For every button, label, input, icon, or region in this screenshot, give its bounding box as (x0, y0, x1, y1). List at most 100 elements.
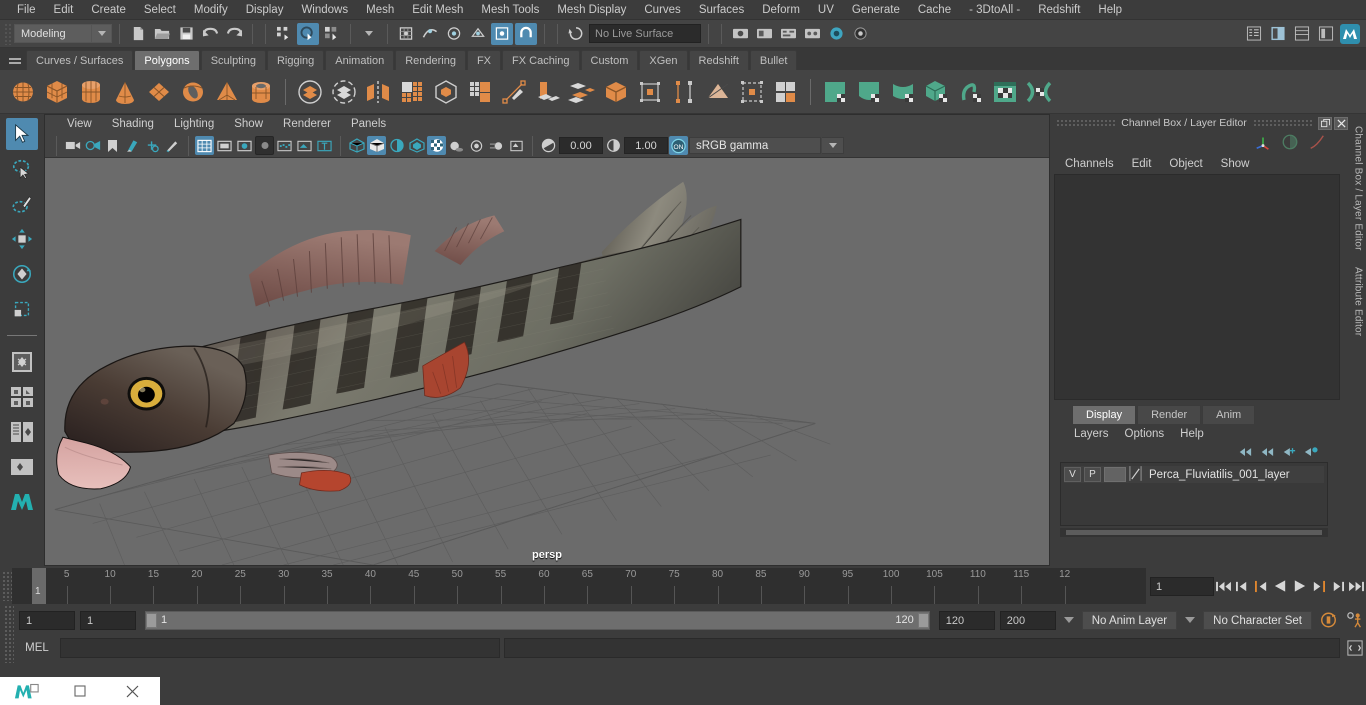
magnet-icon[interactable] (515, 22, 537, 45)
viewport-menu-lighting[interactable]: Lighting (164, 115, 224, 134)
move-tool[interactable] (6, 223, 38, 255)
shelf-tab-rendering[interactable]: Rendering (395, 50, 466, 70)
hypershade-icon[interactable] (801, 23, 823, 45)
step-back-frame-icon[interactable] (1252, 576, 1271, 596)
poly-pyramid-icon[interactable] (212, 75, 242, 109)
use-default-lighting-icon[interactable] (427, 136, 446, 155)
menu-item-help[interactable]: Help (1089, 0, 1131, 20)
command-line-grip[interactable] (4, 633, 14, 663)
color-management-icon[interactable]: ON (669, 136, 688, 155)
poly-cone-icon[interactable] (110, 75, 140, 109)
close-window-icon[interactable] (106, 677, 159, 705)
anim-layer-selector[interactable]: No Anim Layer (1081, 610, 1178, 630)
snap-projected-icon[interactable] (467, 23, 489, 45)
menu-item-mesh[interactable]: Mesh (357, 0, 403, 20)
gamma-icon[interactable] (604, 136, 623, 155)
single-view-icon[interactable] (6, 346, 38, 378)
xray-icon[interactable] (275, 136, 294, 155)
menu-item-mesh-tools[interactable]: Mesh Tools (472, 0, 548, 20)
menu-item-redshift[interactable]: Redshift (1029, 0, 1089, 20)
motion-blur-icon[interactable] (487, 136, 506, 155)
current-frame-field[interactable]: 1 (1150, 576, 1214, 596)
exposure-field[interactable]: 0.00 (559, 137, 603, 154)
scale-tool[interactable] (6, 293, 38, 325)
channel-box-menu-object[interactable]: Object (1160, 154, 1211, 174)
outliner-icon[interactable] (1243, 23, 1265, 45)
gate-mask-icon[interactable] (255, 136, 274, 155)
layer-color-swatch[interactable] (1104, 467, 1126, 482)
select-camera-icon[interactable] (63, 136, 82, 155)
menu-item-3dtoall[interactable]: - 3DtoAll - (960, 0, 1029, 20)
layer-shading-mode-icon[interactable] (1129, 465, 1142, 484)
maya-app-icon[interactable] (0, 677, 53, 705)
live-surface-field[interactable]: No Live Surface (589, 24, 701, 43)
menu-item-create[interactable]: Create (82, 0, 135, 20)
poly-sphere-icon[interactable] (8, 75, 38, 109)
multisample-icon[interactable] (507, 136, 526, 155)
current-time-indicator[interactable]: 1 (32, 568, 46, 604)
snap-grid-icon[interactable] (395, 23, 417, 45)
channel-box-menu-edit[interactable]: Edit (1123, 154, 1161, 174)
auto-uv-icon[interactable] (771, 75, 801, 109)
four-view-icon[interactable] (6, 381, 38, 413)
target-weld-icon[interactable] (635, 75, 665, 109)
menu-item-display[interactable]: Display (237, 0, 293, 20)
render-region-icon[interactable] (849, 23, 871, 45)
side-tab-channel-box[interactable]: Channel Box / Layer Editor (1353, 126, 1364, 251)
range-end-handle[interactable] (917, 612, 929, 628)
shelf-tab-curves-surfaces[interactable]: Curves / Surfaces (26, 50, 134, 70)
2d-pan-zoom-icon[interactable] (143, 136, 162, 155)
select-by-component-icon[interactable] (321, 23, 343, 45)
render-sphere-icon[interactable] (1281, 133, 1299, 154)
paint-select-tool[interactable] (6, 188, 38, 220)
color-space-selector[interactable]: sRGB gamma (689, 137, 821, 154)
open-scene-icon[interactable] (151, 23, 173, 45)
multi-cut-icon[interactable] (499, 75, 529, 109)
shelf-menu-icon[interactable] (4, 48, 26, 70)
menu-item-surfaces[interactable]: Surfaces (690, 0, 753, 20)
anim-curve-icon[interactable] (1308, 133, 1326, 154)
shelf-tab-bullet[interactable]: Bullet (749, 50, 798, 70)
layout-uv-icon[interactable] (854, 75, 884, 109)
time-slider-track[interactable]: 1 5 10 15 20 25 30 35 40 45 50 55 60 65 70 75 80 85 90 95 1… (12, 568, 1146, 604)
layer-row[interactable]: V P Perca_Fluviatilis_001_layer (1064, 465, 1324, 484)
planar-map-icon[interactable] (737, 75, 767, 109)
select-by-hierarchy-icon[interactable] (273, 23, 295, 45)
ao-icon[interactable] (467, 136, 486, 155)
poly-cylinder-icon[interactable] (76, 75, 106, 109)
maya-blue-icon[interactable] (1339, 23, 1361, 45)
viewport-menu-panels[interactable]: Panels (341, 115, 396, 134)
shadows-icon[interactable] (447, 136, 466, 155)
viewport-menu-show[interactable]: Show (224, 115, 273, 134)
wireframe-icon[interactable] (347, 136, 366, 155)
uv-sew-icon[interactable] (956, 75, 986, 109)
smooth-shade-icon[interactable] (367, 136, 386, 155)
lasso-select-tool[interactable] (6, 153, 38, 185)
separate-icon[interactable] (329, 75, 359, 109)
xray-joints-icon[interactable] (295, 136, 314, 155)
axis-gizmo-icon[interactable] (1254, 133, 1272, 154)
layer-tab-render[interactable]: Render (1137, 405, 1202, 424)
auto-key-icon[interactable] (1317, 609, 1339, 631)
viewport-menu-shading[interactable]: Shading (102, 115, 164, 134)
menu-item-modify[interactable]: Modify (185, 0, 237, 20)
new-layer-icon[interactable] (1282, 446, 1296, 461)
layer-prev-icon[interactable] (1238, 446, 1252, 461)
construction-history-icon[interactable] (565, 23, 587, 45)
viewport-3d[interactable]: persp (45, 158, 1049, 565)
menu-item-edit-mesh[interactable]: Edit Mesh (403, 0, 472, 20)
go-to-start-icon[interactable] (1214, 576, 1233, 596)
unfold-icon[interactable] (820, 75, 850, 109)
channel-box-menu-show[interactable]: Show (1212, 154, 1259, 174)
character-set-dropdown-icon[interactable] (1182, 611, 1198, 630)
smooth-icon[interactable] (397, 75, 427, 109)
anim-layer-dropdown-icon[interactable] (1061, 611, 1077, 630)
layer-playback-toggle[interactable]: P (1084, 467, 1101, 482)
layer-list-scrollbar[interactable] (1060, 528, 1328, 537)
poly-cube-icon[interactable] (42, 75, 72, 109)
range-slider-grip[interactable] (4, 605, 14, 635)
layer-tab-anim[interactable]: Anim (1202, 405, 1256, 424)
boolean-icon[interactable] (431, 75, 461, 109)
range-bar[interactable]: 1 120 (145, 610, 930, 630)
undo-icon[interactable] (199, 23, 221, 45)
